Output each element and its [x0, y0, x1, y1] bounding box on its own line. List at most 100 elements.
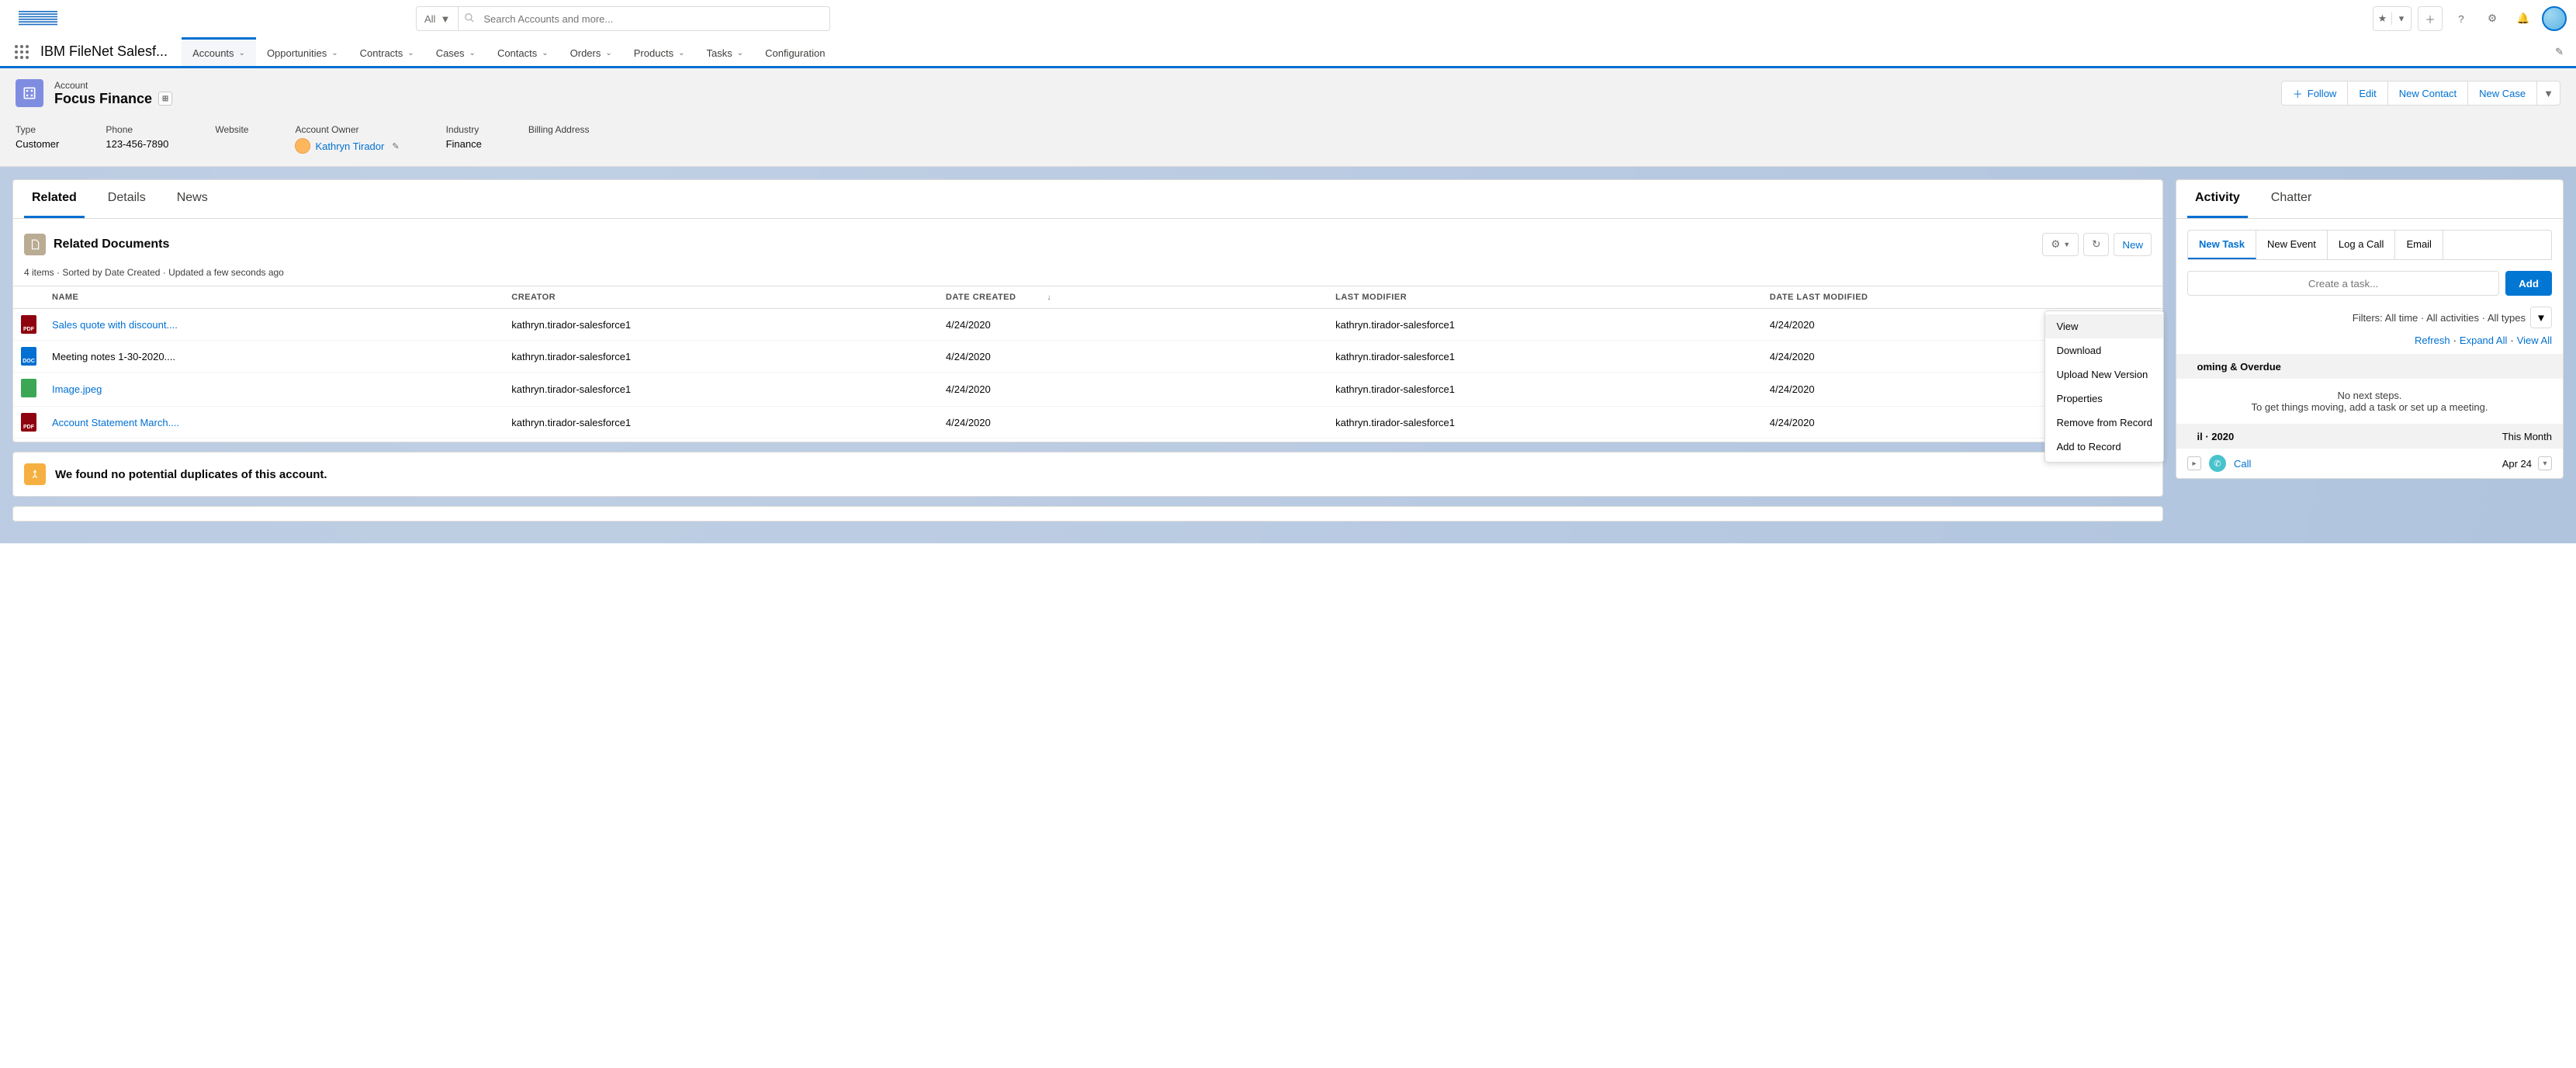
new-case-button[interactable]: New Case: [2468, 81, 2537, 106]
filter-button[interactable]: ▼: [2530, 307, 2552, 328]
filter-icon: ▼: [2536, 312, 2546, 324]
user-avatar[interactable]: [2542, 6, 2567, 31]
collapsed-card: [12, 506, 2163, 522]
nav-tab-orders[interactable]: Orders⌄: [559, 37, 623, 66]
nav-tab-cases[interactable]: Cases⌄: [425, 37, 486, 66]
tab-details[interactable]: Details: [100, 180, 154, 218]
search-scope-selector[interactable]: All ▼: [416, 6, 458, 31]
new-contact-button[interactable]: New Contact: [2388, 81, 2468, 106]
menu-item-upload-new-version[interactable]: Upload New Version: [2045, 362, 2163, 387]
global-add-button[interactable]: ＋: [2418, 6, 2443, 31]
file-icon: [24, 234, 46, 255]
doc-file-icon: DOC: [21, 347, 36, 366]
owner-avatar-icon: [295, 138, 310, 154]
field-phone: Phone 123-456-7890: [106, 124, 168, 154]
record-detail-tabs: Related Details News: [13, 180, 2162, 219]
page-body: Account Focus Finance ⊞ ＋ Follow Edit Ne…: [0, 68, 2576, 543]
new-document-button[interactable]: New: [2114, 233, 2152, 256]
more-actions-button[interactable]: ▼: [2537, 81, 2560, 106]
record-detail-card: RelatedDetailsNews Related Documents ⚙▼ …: [12, 179, 2163, 442]
cell-modifier: kathryn.tirador-salesforce1: [1328, 407, 1762, 439]
merge-icon: [24, 463, 46, 485]
account-icon: [16, 79, 43, 107]
nav-tab-opportunities[interactable]: Opportunities⌄: [256, 37, 349, 66]
col-last-modifier[interactable]: LAST MODIFIER: [1328, 286, 1762, 309]
document-link[interactable]: Account Statement March....: [52, 417, 179, 428]
add-task-button[interactable]: Add: [2505, 271, 2552, 296]
nav-tab-contacts[interactable]: Contacts⌄: [486, 37, 559, 66]
change-owner-icon[interactable]: ✎: [392, 141, 399, 151]
nav-tab-accounts[interactable]: Accounts⌄: [182, 37, 256, 66]
img-file-icon: [21, 379, 36, 397]
quick-tab-email[interactable]: Email: [2395, 231, 2443, 259]
field-billing-address: Billing Address: [528, 124, 590, 154]
create-task-input[interactable]: [2187, 271, 2499, 296]
notifications-button[interactable]: 🔔: [2511, 6, 2536, 31]
nav-tab-products[interactable]: Products⌄: [623, 37, 696, 66]
month-badge: This Month: [2502, 431, 2552, 442]
duplicates-message: We found no potential duplicates of this…: [55, 468, 327, 481]
search-input[interactable]: [458, 6, 830, 31]
field-industry: Industry Finance: [446, 124, 482, 154]
expand-all-link[interactable]: Expand All: [2460, 335, 2507, 346]
month-section-header[interactable]: ▾ il · 2020 This Month: [2176, 424, 2563, 449]
quick-action-tabs: New TaskNew EventLog a CallEmail: [2187, 230, 2552, 260]
nav-tab-configuration[interactable]: Configuration: [754, 37, 836, 66]
col-date-created[interactable]: DATE CREATED↓: [938, 286, 1328, 309]
owner-link[interactable]: Kathryn Tirador: [315, 140, 384, 152]
menu-item-properties[interactable]: Properties: [2045, 387, 2163, 411]
menu-item-view[interactable]: View: [2045, 314, 2163, 338]
nav-tab-contracts[interactable]: Contracts⌄: [349, 37, 425, 66]
cell-created: 4/24/2020: [938, 407, 1328, 439]
timeline-call-link[interactable]: Call: [2234, 458, 2251, 470]
document-link[interactable]: Image.jpeg: [52, 383, 102, 395]
activity-tabs: Activity Chatter: [2176, 180, 2563, 219]
bell-icon: 🔔: [2517, 12, 2530, 25]
refresh-related-button[interactable]: ↻: [2083, 233, 2109, 256]
side-tab-chatter[interactable]: Chatter: [2263, 180, 2319, 218]
related-settings-button[interactable]: ⚙▼: [2042, 233, 2079, 256]
hierarchy-icon[interactable]: ⊞: [158, 92, 172, 106]
upcoming-overdue-body: No next steps. To get things moving, add…: [2176, 379, 2563, 424]
cell-creator: kathryn.tirador-salesforce1: [504, 407, 938, 439]
search-icon: [464, 12, 475, 26]
nav-tab-tasks[interactable]: Tasks⌄: [695, 37, 754, 66]
expand-toggle[interactable]: ▸: [2187, 456, 2201, 470]
edit-nav-button[interactable]: ✎: [2552, 43, 2567, 61]
header-utility-icons: ★ ▾ ＋ ? ⚙ 🔔: [2373, 6, 2567, 31]
col-date-last-modified[interactable]: DATE LAST MODIFIED: [1762, 286, 2128, 309]
field-type: Type Customer: [16, 124, 59, 154]
table-row: DOCMeeting notes 1-30-2020....kathryn.ti…: [13, 341, 2162, 373]
menu-item-add-to-record[interactable]: Add to Record: [2045, 435, 2163, 459]
upcoming-overdue-header[interactable]: ▾ oming & Overdue: [2176, 354, 2563, 379]
quick-tab-new-event[interactable]: New Event: [2256, 231, 2328, 259]
quick-tab-new-task[interactable]: New Task: [2188, 231, 2256, 259]
app-nav-bar: IBM FileNet Salesf... Accounts⌄Opportuni…: [0, 37, 2576, 68]
field-website: Website: [215, 124, 248, 154]
chevron-down-icon: ⌄: [239, 49, 245, 57]
table-row: Image.jpegkathryn.tirador-salesforce14/2…: [13, 373, 2162, 407]
menu-item-download[interactable]: Download: [2045, 338, 2163, 362]
cell-creator: kathryn.tirador-salesforce1: [504, 373, 938, 407]
document-link[interactable]: Sales quote with discount....: [52, 319, 178, 331]
tab-news[interactable]: News: [169, 180, 216, 218]
favorites-button[interactable]: ★ ▾: [2373, 6, 2412, 31]
help-button[interactable]: ?: [2449, 6, 2474, 31]
timeline-date: Apr 24: [2502, 458, 2532, 470]
cell-created: 4/24/2020: [938, 341, 1328, 373]
setup-button[interactable]: ⚙: [2480, 6, 2505, 31]
follow-button[interactable]: ＋ Follow: [2281, 81, 2349, 106]
col-name[interactable]: NAME: [44, 286, 504, 309]
refresh-link[interactable]: Refresh: [2415, 335, 2450, 346]
tab-related[interactable]: Related: [24, 180, 85, 218]
view-all-link[interactable]: View All: [2517, 335, 2552, 346]
related-documents-title: Related Documents: [54, 238, 169, 251]
gear-icon: ⚙: [2488, 12, 2497, 25]
app-launcher-icon[interactable]: [9, 40, 34, 64]
timeline-item-menu[interactable]: ▾: [2538, 456, 2552, 470]
quick-tab-log-a-call[interactable]: Log a Call: [2328, 231, 2396, 259]
col-creator[interactable]: CREATOR: [504, 286, 938, 309]
side-tab-activity[interactable]: Activity: [2187, 180, 2248, 218]
edit-button[interactable]: Edit: [2348, 81, 2387, 106]
menu-item-remove-from-record[interactable]: Remove from Record: [2045, 411, 2163, 435]
